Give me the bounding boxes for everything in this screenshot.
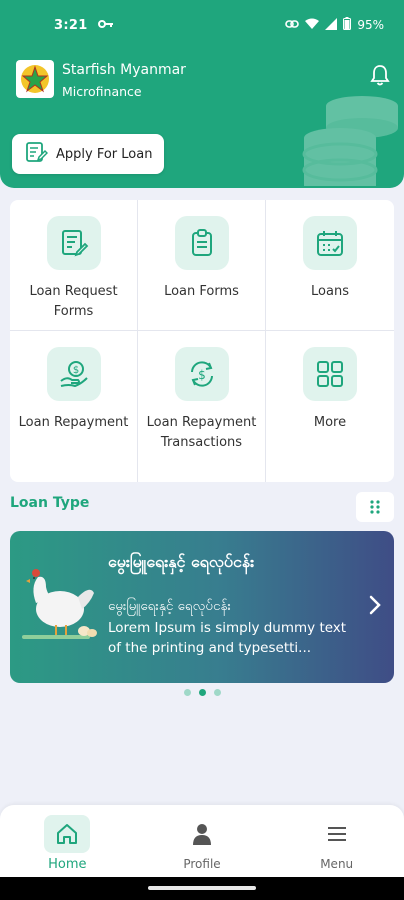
menu-item-loan-repayment[interactable]: $ Loan Repayment [10,331,138,482]
hamburger-icon [314,815,360,853]
apply-form-icon [24,140,49,168]
app-header: Starfish Myanmar Microfinance Apply For … [0,50,404,188]
pager-dot[interactable] [213,689,221,696]
apply-for-loan-button[interactable]: Apply For Loan [12,134,164,174]
menu-item-label: Loan Forms [164,284,239,299]
chicken-illustration [20,563,102,649]
calendar-icon [303,216,357,270]
svg-text:$: $ [198,368,206,382]
nav-label: Profile [183,857,221,871]
refresh-dollar-icon: $ [174,347,229,401]
bottom-navigation: Home Profile Menu [0,805,404,877]
brand: Starfish Myanmar Microfinance [62,60,186,102]
carousel-pager [0,689,404,696]
nav-profile[interactable]: Profile [135,805,270,877]
hand-coin-icon: $ [46,347,101,401]
brand-subtitle: Microfinance [62,84,142,99]
person-icon [179,815,225,853]
menu-item-label: Loan Repayment [18,415,129,430]
loan-type-title: Loan Type [10,495,90,511]
wifi-icon [305,18,320,33]
notification-bell-icon[interactable] [370,64,390,90]
menu-item-label: Loan Request Forms [29,284,118,319]
view-all-button[interactable] [356,492,394,522]
key-icon [97,18,114,32]
battery-level: 95% [357,18,384,32]
pager-dot[interactable] [183,689,191,696]
menu-item-loan-request-forms[interactable]: Loan Request Forms [10,200,138,331]
status-bar: 3:21 95% [0,0,404,50]
loan-type-banner[interactable]: မွေးမြူရေးနှင့် ရေလုပ်ငန်း မွေးမြူရေးနှင… [10,531,394,683]
menu-item-more[interactable]: More [266,331,394,482]
system-gesture-bar [0,877,404,900]
clipboard-icon [174,216,229,270]
nav-menu[interactable]: Menu [269,805,404,877]
coins-illustration [300,94,404,188]
menu-item-loans[interactable]: Loans [266,200,394,331]
menu-item-label: More [313,415,347,430]
menu-grid: Loan Request Forms Loan Forms Loans $ Lo… [10,200,394,482]
status-icons: 95% [285,17,384,33]
dots-grid-icon [370,500,380,514]
battery-icon [343,17,352,33]
menu-item-label: Loan Repayment Transactions [146,415,257,450]
banner-description: Lorem Ipsum is simply dummy text of the … [108,620,347,656]
apply-for-loan-label: Apply For Loan [56,146,153,162]
nav-label: Home [48,857,87,872]
menu-item-loan-forms[interactable]: Loan Forms [138,200,266,331]
chevron-right-icon[interactable] [368,594,382,620]
signal-icon [325,17,338,33]
svg-text:$: $ [72,365,78,376]
menu-item-label: Loans [311,284,349,299]
form-edit-icon [46,216,101,270]
gesture-handle[interactable] [148,886,256,890]
brand-name: Starfish Myanmar [62,62,186,78]
grid-icon [303,347,357,401]
pager-dot-active[interactable] [198,689,206,696]
nav-label: Menu [320,857,354,871]
banner-subtitle: မွေးမြူရေးနှင့် ရေလုပ်ငန်း [108,598,231,614]
banner-title: မွေးမြူရေးနှင့် ရေလုပ်ငန်း [108,552,255,571]
menu-item-loan-repayment-transactions[interactable]: $ Loan Repayment Transactions [138,331,266,482]
home-icon [44,815,91,853]
nav-home[interactable]: Home [0,805,135,877]
status-time: 3:21 [54,17,88,33]
app-logo [16,60,54,98]
link-icon [285,18,300,32]
